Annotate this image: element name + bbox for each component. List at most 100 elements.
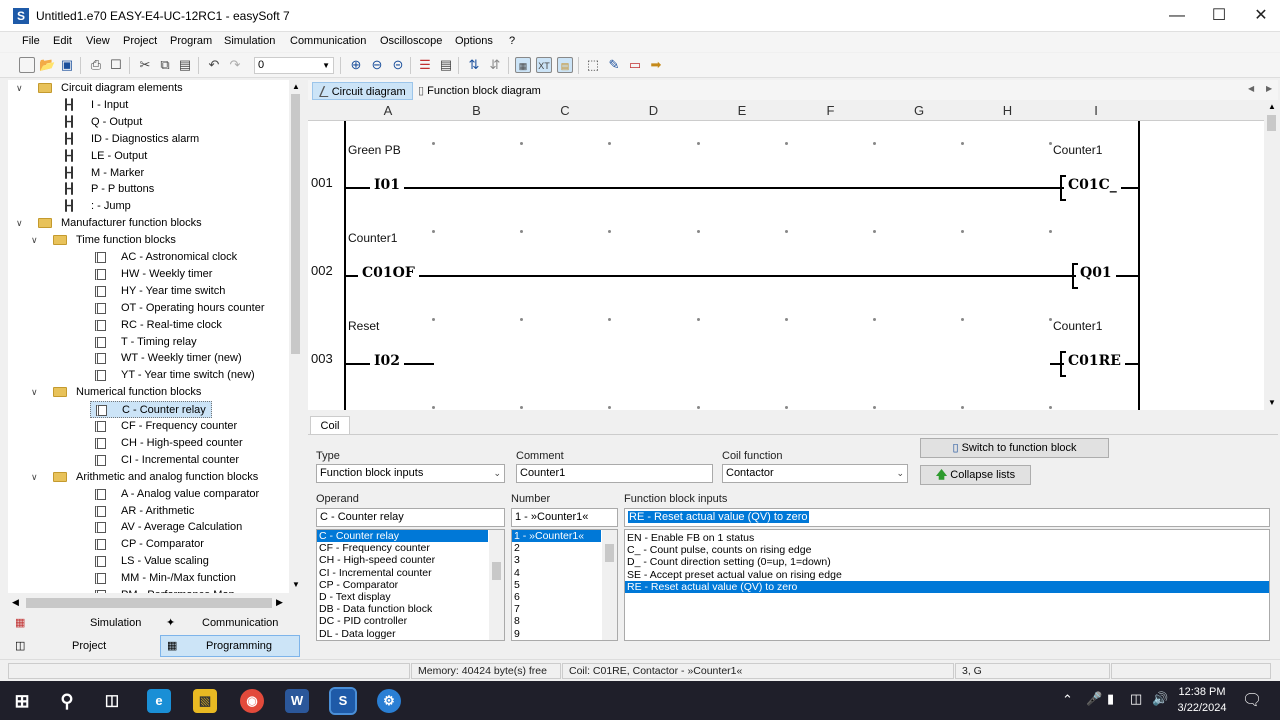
scroll-thumb[interactable] bbox=[1267, 115, 1276, 131]
tree-item[interactable]: ∨ Time function blocks bbox=[23, 232, 302, 249]
zoom-select[interactable]: 0 ▼ bbox=[254, 57, 334, 74]
menu-file[interactable]: File bbox=[22, 35, 40, 47]
print-preview-icon[interactable]: ☐ bbox=[108, 57, 124, 73]
tab-circuit-diagram[interactable]: ⎳ Circuit diagram bbox=[312, 82, 413, 100]
coil-c01c_[interactable]: C01C_ bbox=[1064, 177, 1121, 193]
tab-communication[interactable]: ✦ Communication bbox=[160, 612, 302, 634]
tree-item[interactable]: LS - Value scaling bbox=[38, 553, 302, 570]
tree-item[interactable]: WT - Weekly timer (new) bbox=[38, 350, 302, 367]
copy-icon[interactable]: ⧉ bbox=[157, 57, 173, 73]
scroll-thumb[interactable] bbox=[291, 94, 300, 354]
list-item[interactable]: 1 - »Counter1« bbox=[512, 530, 601, 543]
volume-icon[interactable]: 🔊 bbox=[1152, 691, 1168, 707]
list-item[interactable]: 4 bbox=[512, 567, 601, 579]
zoom-out-icon[interactable]: ⊖ bbox=[369, 57, 385, 73]
scroll-thumb[interactable] bbox=[605, 544, 614, 562]
menu-edit[interactable]: Edit bbox=[53, 35, 72, 47]
tree-item[interactable]: RC - Real-time clock bbox=[38, 317, 302, 334]
number-field[interactable]: 1 - »Counter1« bbox=[511, 508, 618, 527]
tray-chevron-icon[interactable]: ⌃ bbox=[1062, 692, 1073, 708]
scroll-right-icon[interactable]: ▶ bbox=[276, 597, 283, 608]
contact-c01of[interactable]: C01OF bbox=[358, 265, 419, 281]
tree-item[interactable]: ∨ Manufacturer function blocks bbox=[8, 215, 288, 232]
fb-inputs-field[interactable]: RE - Reset actual value (QV) to zero bbox=[624, 508, 1270, 527]
tree-item[interactable]: YT - Year time switch (new) bbox=[38, 367, 302, 384]
list-item[interactable]: 6 bbox=[512, 591, 601, 603]
chevron-down-icon[interactable]: ∨ bbox=[31, 232, 38, 249]
tree-item[interactable]: OT - Operating hours counter bbox=[38, 300, 302, 317]
list-item[interactable]: DL - Data logger bbox=[317, 628, 488, 640]
tree-item[interactable]: AC - Astronomical clock bbox=[38, 249, 302, 266]
tree-item[interactable]: ┠┨: - Jump bbox=[23, 198, 302, 215]
scroll-up-icon[interactable]: ▲ bbox=[1268, 102, 1276, 111]
list-item[interactable]: CP - Comparator bbox=[317, 579, 488, 591]
tree-item[interactable]: T - Timing relay bbox=[38, 334, 302, 351]
list-item[interactable]: D - Text display bbox=[317, 591, 488, 603]
scroll-down-icon[interactable]: ▼ bbox=[1268, 398, 1276, 407]
chrome-icon[interactable]: ◉ bbox=[240, 689, 264, 713]
tree-item[interactable]: C - Counter relay bbox=[90, 401, 212, 419]
windows-start-icon[interactable]: ⊞ bbox=[10, 689, 34, 713]
coil-function-select[interactable]: Contactor ⌄ bbox=[722, 464, 908, 483]
notifications-icon[interactable]: 🗨 bbox=[1242, 690, 1262, 710]
operand-field[interactable]: C - Counter relay bbox=[316, 508, 505, 527]
diagram-vertical-scrollbar[interactable]: ▲ ▼ bbox=[1264, 100, 1279, 410]
list-item[interactable]: C - Counter relay bbox=[317, 530, 488, 543]
edit-icon[interactable]: ✎ bbox=[606, 57, 622, 73]
clock-time[interactable]: 12:38 PM bbox=[1178, 686, 1226, 698]
tab-programming[interactable]: ▦ Programming bbox=[160, 635, 300, 657]
list-item[interactable]: 3 bbox=[512, 554, 601, 566]
list-item[interactable]: RE - Reset actual value (QV) to zero bbox=[625, 580, 1269, 593]
tree-item[interactable]: ∨ Circuit diagram elements bbox=[8, 80, 288, 97]
tree-item[interactable]: ∨ Numerical function blocks bbox=[23, 384, 302, 401]
type-select[interactable]: Function block inputs ⌄ bbox=[316, 464, 505, 483]
list-item[interactable]: DC - PID controller bbox=[317, 615, 488, 627]
tree-horizontal-scrollbar[interactable]: ◀ ▶ bbox=[8, 596, 302, 610]
menu-oscilloscope[interactable]: Oscilloscope bbox=[380, 35, 442, 47]
chevron-down-icon[interactable]: ∨ bbox=[31, 469, 38, 486]
list-item[interactable]: 5 bbox=[512, 579, 601, 591]
circuit-diagram-canvas[interactable]: A B C D E F G H I 001 Green PB Counter1 I01 C01C_ 002… bbox=[308, 100, 1264, 410]
menu-project[interactable]: Project bbox=[123, 35, 157, 47]
new-file-icon[interactable] bbox=[19, 57, 35, 73]
list-item[interactable]: SE - Accept preset actual value on risin… bbox=[625, 569, 1269, 581]
tree-item[interactable]: ┠┨ ID - Diagnostics alarm bbox=[23, 131, 302, 148]
tree-item[interactable]: ┠┨ I - Input bbox=[23, 97, 302, 114]
tree-item[interactable]: MM - Min-/Max function bbox=[38, 570, 302, 587]
operand-names-icon[interactable]: XT bbox=[536, 57, 552, 73]
tree-item[interactable]: HW - Weekly timer bbox=[38, 266, 302, 283]
network-icon[interactable]: ◫ bbox=[1130, 691, 1142, 707]
comment-field[interactable]: Counter1 bbox=[516, 464, 713, 483]
menu-options[interactable]: Options bbox=[455, 35, 493, 47]
scroll-up-icon[interactable]: ▲ bbox=[292, 82, 300, 91]
tree-item[interactable]: ┠┨ M - Marker bbox=[23, 165, 302, 182]
scroll-thumb[interactable] bbox=[492, 562, 501, 580]
menu-simulation[interactable]: Simulation bbox=[224, 35, 275, 47]
tree-item[interactable]: HY - Year time switch bbox=[38, 283, 302, 300]
tab-coil[interactable]: Coil bbox=[310, 416, 350, 435]
tree-vertical-scrollbar[interactable]: ▲ ▼ bbox=[289, 80, 302, 593]
switch-to-function-block-button[interactable]: ▯ Switch to function block bbox=[920, 438, 1109, 458]
file-explorer-icon[interactable]: ▧ bbox=[193, 689, 217, 713]
menu-help[interactable]: ? bbox=[509, 35, 515, 47]
minimize-button[interactable]: — bbox=[1154, 0, 1200, 32]
delete-rung-icon[interactable]: ☰ bbox=[417, 57, 433, 73]
zoom-reset-icon[interactable]: ⊝ bbox=[390, 57, 406, 73]
list-item[interactable]: CF - Frequency counter bbox=[317, 542, 488, 554]
contact-i02[interactable]: I02 bbox=[370, 353, 405, 369]
tab-simulation[interactable]: ▦ Simulation bbox=[8, 612, 156, 634]
tree-item[interactable]: CP - Comparator bbox=[38, 536, 302, 553]
save-icon[interactable]: ▣ bbox=[59, 57, 75, 73]
menu-view[interactable]: View bbox=[86, 35, 110, 47]
undo-icon[interactable]: ↶ bbox=[206, 57, 222, 73]
tree-item[interactable]: CH - High-speed counter bbox=[38, 435, 302, 452]
tree-item[interactable]: CI - Incremental counter bbox=[38, 452, 302, 469]
list-item[interactable]: C_ - Count pulse, counts on rising edge bbox=[625, 544, 1269, 556]
paste-icon[interactable]: ▤ bbox=[177, 57, 193, 73]
tab-scroll-left-icon[interactable]: ◀ bbox=[1248, 84, 1254, 93]
list-item[interactable]: CI - Incremental counter bbox=[317, 567, 488, 579]
tree-item[interactable]: ┠┨ P - P buttons bbox=[23, 181, 302, 198]
menu-program[interactable]: Program bbox=[170, 35, 212, 47]
tree-item[interactable]: AV - Average Calculation bbox=[38, 519, 302, 536]
zoom-in-icon[interactable]: ⊕ bbox=[348, 57, 364, 73]
